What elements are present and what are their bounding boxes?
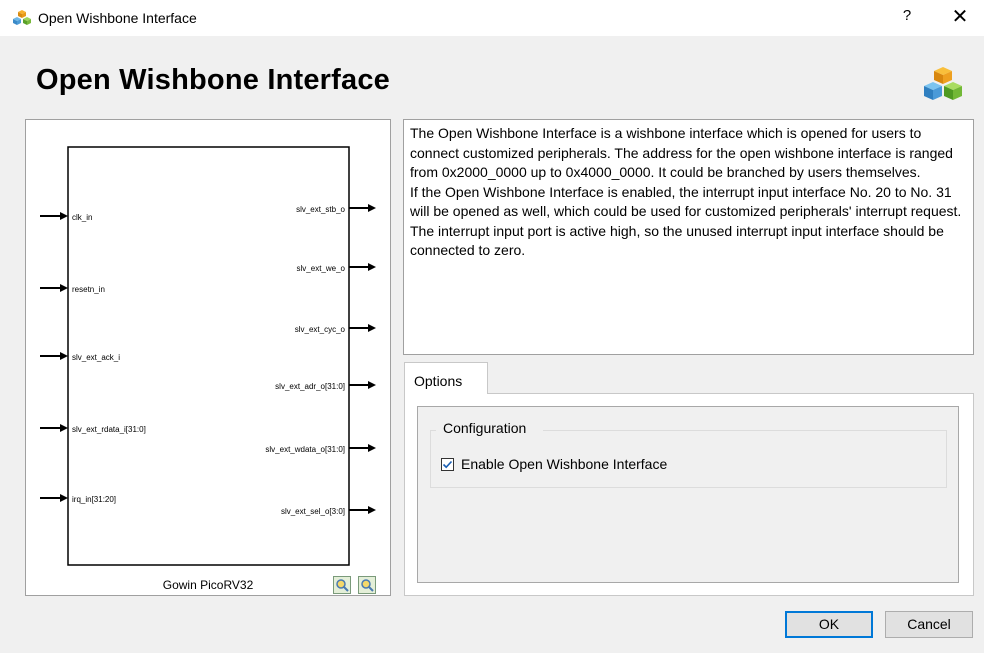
zoom-in-button[interactable] [333,576,351,594]
output-port-label: slv_ext_we_o [297,264,346,273]
description-paragraph: If the Open Wishbone Interface is enable… [410,183,962,259]
block-diagram-panel: Gowin PicoRV32 clk_in resetn_in slv_ext_ac… [25,119,391,596]
tab-options[interactable]: Options [404,362,488,394]
description-paragraph: The Open Wishbone Interface is a wishbon… [410,125,953,180]
cubes-icon [13,10,31,25]
page-heading: Open Wishbone Interface [36,64,391,96]
output-port: slv_ext_stb_o [296,204,376,214]
block-name-label: Gowin PicoRV32 [163,578,254,592]
checkbox-checked-icon[interactable] [441,457,454,471]
input-port: clk_in [40,212,92,222]
ok-button[interactable]: OK [785,611,873,638]
description-box: The Open Wishbone Interface is a wishbon… [403,119,974,355]
checkbox-label: Enable Open Wishbone Interface [461,456,668,472]
input-port-label: resetn_in [72,285,105,294]
zoom-out-button[interactable] [358,576,376,594]
help-button[interactable]: ? [897,7,917,24]
output-port-label: slv_ext_stb_o [296,205,345,214]
output-port: slv_ext_cyc_o [295,324,376,334]
output-port: slv_ext_we_o [297,263,376,273]
configuration-group-label: Configuration [441,420,529,436]
input-port: slv_ext_ack_i [40,352,120,362]
block-diagram: Gowin PicoRV32 clk_in resetn_in slv_ext_ac… [40,146,376,592]
zoom-in-icon [336,579,349,592]
input-port-label: slv_ext_rdata_i[31:0] [72,425,146,434]
output-port-label: slv_ext_cyc_o [295,325,346,334]
configuration-area: Configuration Enable Open Wishbone Inter… [417,406,959,583]
input-port: slv_ext_rdata_i[31:0] [40,424,146,434]
input-port: irq_in[31:20] [40,494,116,504]
output-port-label: slv_ext_sel_o[3:0] [281,507,345,516]
cancel-button[interactable]: Cancel [885,611,973,638]
title-bar: Open Wishbone Interface ? ✕ [0,0,984,36]
close-button[interactable]: ✕ [948,4,972,30]
configuration-group: Configuration Enable Open Wishbone Inter… [430,420,947,488]
enable-open-wishbone-checkbox[interactable]: Enable Open Wishbone Interface [441,456,667,472]
output-port-label: slv_ext_adr_o[31:0] [275,382,345,391]
input-port-label: irq_in[31:20] [72,495,116,504]
output-port-label: slv_ext_wdata_o[31:0] [265,445,345,454]
input-port: resetn_in [40,284,105,294]
cubes-icon [924,67,962,100]
options-panel: Configuration Enable Open Wishbone Inter… [404,393,974,596]
output-port: slv_ext_adr_o[31:0] [275,381,376,391]
output-port: slv_ext_sel_o[3:0] [281,506,376,516]
zoom-out-icon [361,579,374,592]
window-title: Open Wishbone Interface [38,10,197,26]
output-port: slv_ext_wdata_o[31:0] [265,444,376,454]
input-port-label: clk_in [72,213,92,222]
input-port-label: slv_ext_ack_i [72,353,120,362]
